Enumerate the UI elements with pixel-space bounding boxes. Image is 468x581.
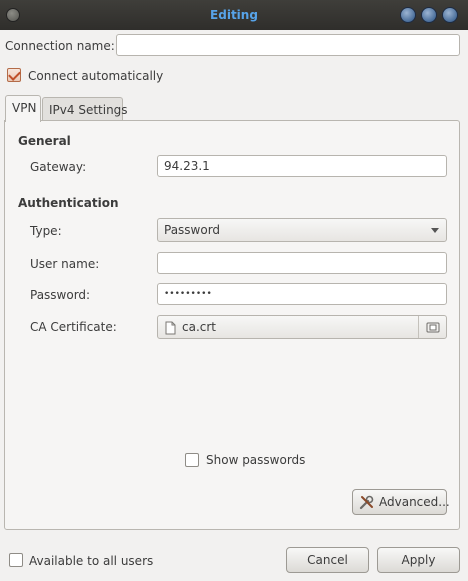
available-all-users-checkbox[interactable] bbox=[9, 553, 23, 567]
ca-certificate-chooser[interactable]: ca.crt bbox=[157, 315, 447, 339]
tab-ipv4-settings[interactable]: IPv4 Settings bbox=[42, 97, 128, 121]
ca-certificate-label: CA Certificate: bbox=[30, 320, 117, 334]
folder-open-icon bbox=[426, 322, 440, 333]
close-button[interactable] bbox=[442, 7, 458, 23]
password-input[interactable]: ••••••••• bbox=[157, 283, 447, 305]
tab-vpn[interactable]: VPN bbox=[5, 95, 41, 122]
tools-icon bbox=[359, 495, 374, 510]
advanced-button-label: Advanced... bbox=[379, 495, 450, 509]
show-passwords-label: Show passwords bbox=[206, 453, 306, 467]
authentication-heading: Authentication bbox=[18, 196, 119, 210]
advanced-button[interactable]: Advanced... bbox=[352, 489, 450, 515]
open-file-button[interactable] bbox=[418, 316, 446, 338]
type-select[interactable]: Password bbox=[157, 218, 447, 242]
ca-certificate-value: ca.crt bbox=[182, 320, 217, 334]
show-passwords-checkbox[interactable] bbox=[185, 453, 199, 467]
type-value: Password bbox=[164, 223, 221, 237]
maximize-button[interactable] bbox=[421, 7, 437, 23]
cancel-button[interactable]: Cancel bbox=[286, 547, 369, 573]
connect-automatically-label: Connect automatically bbox=[28, 69, 164, 83]
password-value: ••••••••• bbox=[164, 289, 212, 299]
available-all-users-label: Available to all users bbox=[29, 554, 154, 568]
general-heading: General bbox=[18, 134, 71, 148]
apply-button-label: Apply bbox=[401, 553, 436, 567]
username-input[interactable] bbox=[157, 252, 447, 274]
tab-vpn-label: VPN bbox=[12, 101, 37, 115]
gateway-value: 94.23.1 bbox=[164, 159, 210, 173]
gateway-label: Gateway: bbox=[30, 160, 87, 174]
cancel-button-label: Cancel bbox=[307, 553, 348, 567]
gateway-input[interactable]: 94.23.1 bbox=[157, 155, 447, 177]
minimize-button[interactable] bbox=[400, 7, 416, 23]
tab-ipv4-label: IPv4 Settings bbox=[49, 103, 128, 117]
password-label: Password: bbox=[30, 288, 91, 302]
window-title: Editing bbox=[210, 8, 258, 22]
type-label: Type: bbox=[30, 224, 62, 238]
title-bar: Editing bbox=[0, 0, 468, 30]
username-label: User name: bbox=[30, 257, 100, 271]
chevron-down-icon bbox=[431, 228, 439, 233]
connection-name-label: Connection name: bbox=[5, 39, 115, 53]
file-icon bbox=[165, 321, 176, 335]
connect-automatically-checkbox[interactable] bbox=[7, 68, 21, 82]
connection-name-input[interactable] bbox=[116, 34, 460, 56]
apply-button[interactable]: Apply bbox=[377, 547, 460, 573]
